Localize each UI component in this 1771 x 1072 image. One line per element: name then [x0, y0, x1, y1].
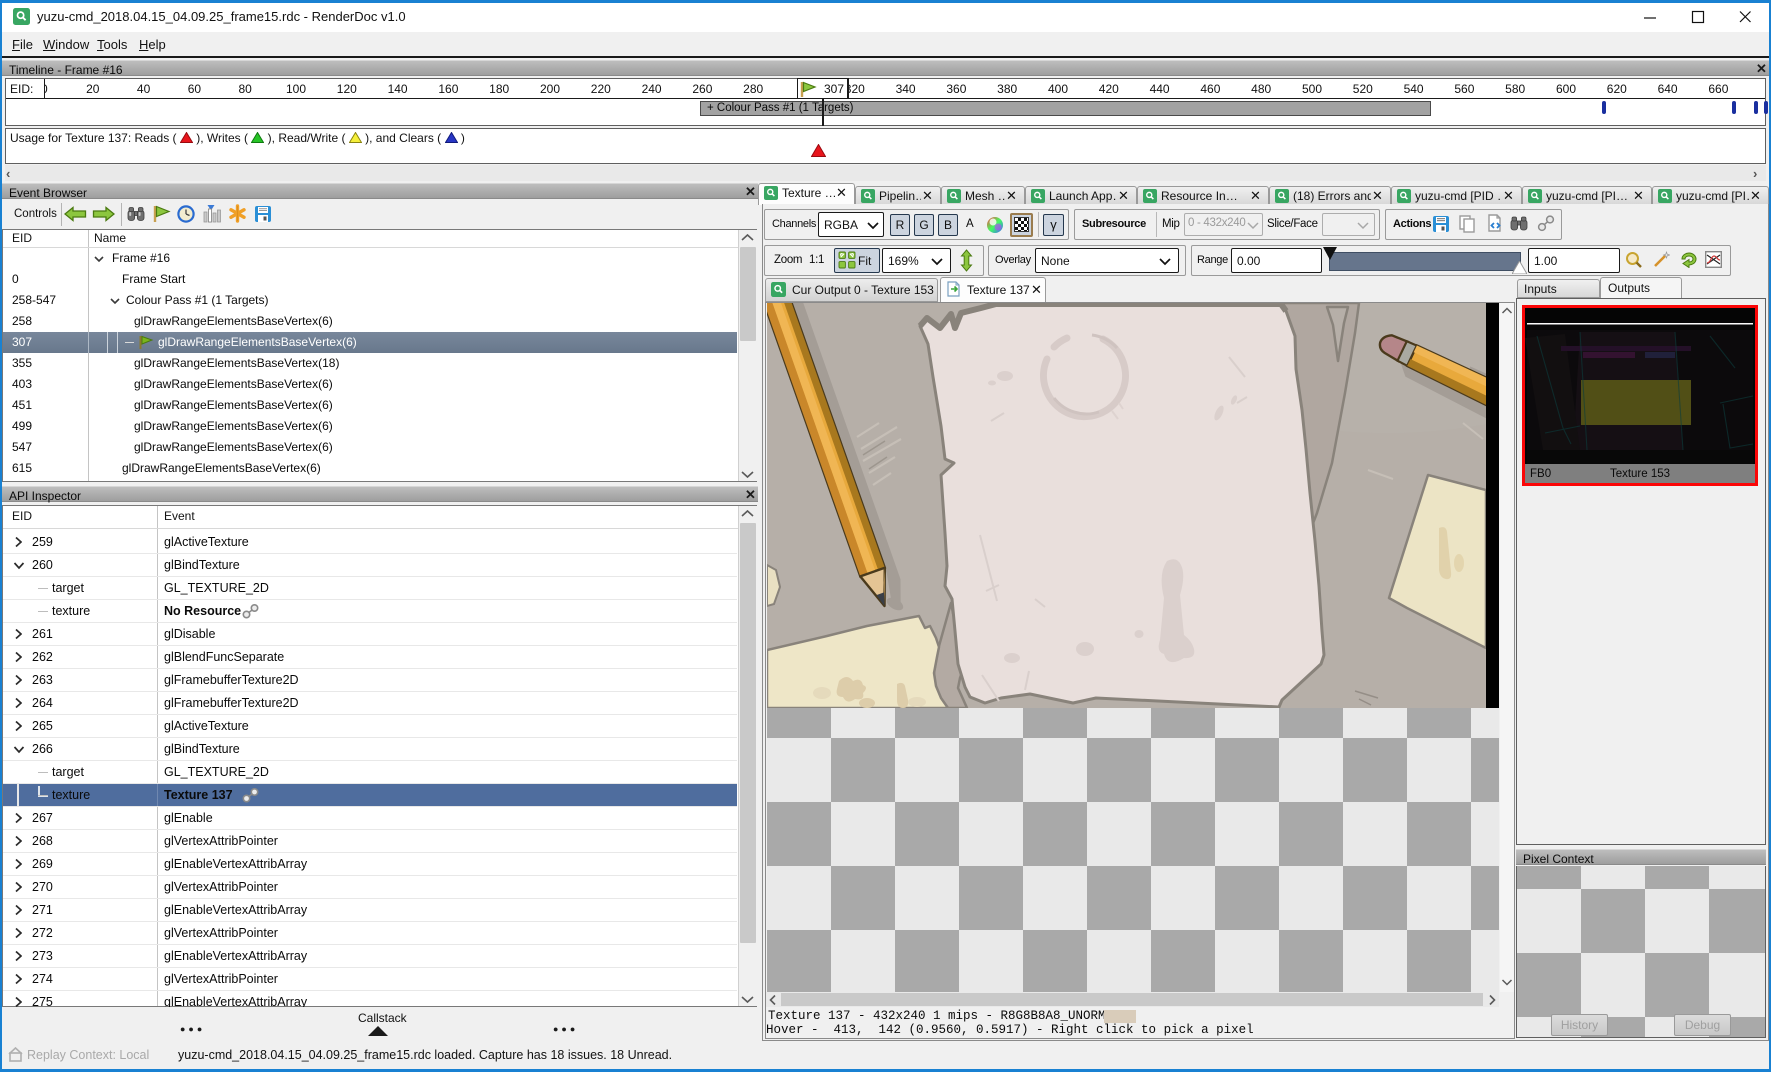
svg-text:FB0: FB0	[1530, 468, 1551, 480]
svg-text:Texture 153: Texture 153	[1610, 468, 1670, 480]
